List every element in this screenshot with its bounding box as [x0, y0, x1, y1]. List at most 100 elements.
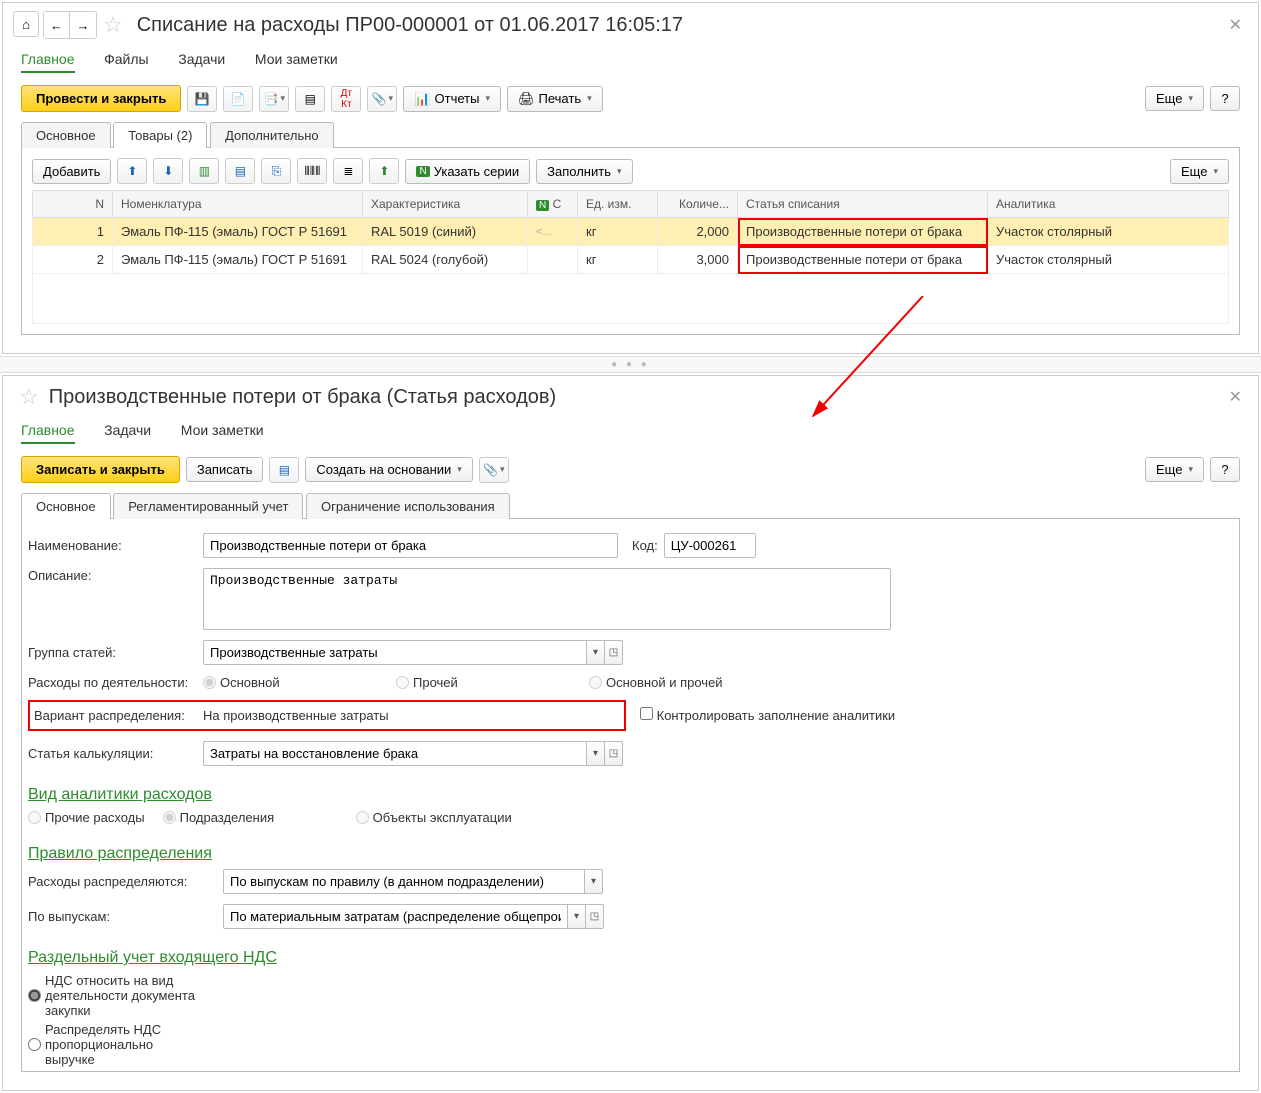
- save-icon[interactable]: 💾: [187, 86, 217, 112]
- post-and-close-button[interactable]: Провести и закрыть: [21, 85, 181, 112]
- open-icon[interactable]: ◳: [605, 741, 623, 766]
- dropdown-icon[interactable]: ▾: [587, 741, 605, 766]
- nav-tab-tasks[interactable]: Задачи: [178, 47, 225, 71]
- label-name: Наименование:: [28, 538, 203, 553]
- doc-green-icon[interactable]: ▥: [189, 158, 219, 184]
- link-analytics-type[interactable]: Вид аналитики расходов: [28, 786, 212, 804]
- create-based-button[interactable]: Создать на основании ▾: [305, 457, 472, 482]
- split-handle[interactable]: ● ● ●: [0, 356, 1261, 373]
- fill-button[interactable]: Заполнить ▾: [536, 159, 632, 184]
- lower-titlebar: ☆ Производственные потери от брака (Стат…: [3, 376, 1258, 418]
- th-analytics[interactable]: Аналитика: [988, 191, 1229, 218]
- nav-back-button[interactable]: ←: [44, 12, 70, 38]
- dropdown-icon[interactable]: ▾: [587, 640, 605, 665]
- sub-tab-restrict[interactable]: Ограничение использования: [306, 493, 510, 519]
- input-dist[interactable]: [223, 869, 585, 894]
- radio-analytics-objects: Объекты эксплуатации: [356, 810, 531, 825]
- attach-icon[interactable]: 📎▾: [479, 457, 509, 483]
- value-variant: На производственные затраты: [203, 708, 389, 723]
- reports-button[interactable]: 📊 Отчеты ▾: [403, 86, 501, 112]
- nav-forward-button[interactable]: →: [70, 12, 96, 38]
- nav-tab-notes[interactable]: Мои заметки: [255, 47, 338, 71]
- table-more-button[interactable]: Еще ▾: [1170, 159, 1229, 184]
- th-c[interactable]: N С: [528, 191, 578, 218]
- checkbox-control-analytics[interactable]: Контролировать заполнение аналитики: [640, 708, 895, 723]
- add-row-button[interactable]: Добавить: [32, 159, 111, 184]
- doc-lines-icon[interactable]: ≣: [333, 158, 363, 184]
- input-issues[interactable]: [223, 904, 568, 929]
- save-button[interactable]: Записать: [186, 457, 264, 482]
- open-icon[interactable]: ◳: [605, 640, 623, 665]
- list-icon[interactable]: ▤: [295, 86, 325, 112]
- save-and-close-button[interactable]: Записать и закрыть: [21, 456, 180, 483]
- label-code: Код:: [632, 538, 658, 553]
- more-button[interactable]: Еще ▾: [1145, 457, 1204, 482]
- th-writeoff[interactable]: Статья списания: [738, 191, 988, 218]
- home-button[interactable]: ⌂: [13, 11, 39, 37]
- upper-pane: ⌂ ← → ☆ Списание на расходы ПР00-000001 …: [2, 2, 1259, 354]
- lower-toolbar: Записать и закрыть Записать ▤ Создать на…: [3, 450, 1258, 493]
- variant-highlight: Вариант распределения: На производственн…: [28, 700, 626, 731]
- favorite-star-icon[interactable]: ☆: [97, 12, 129, 38]
- move-up-icon[interactable]: ⬆: [117, 158, 147, 184]
- radio-activity-other: Прочей: [396, 675, 571, 690]
- nav-tab-main[interactable]: Главное: [21, 418, 75, 444]
- copy-icon[interactable]: 📑▾: [259, 86, 289, 112]
- move-down-icon[interactable]: ⬇: [153, 158, 183, 184]
- print-button[interactable]: 🖨 Печать ▾: [507, 86, 603, 112]
- article-title: Производственные потери от брака (Статья…: [49, 386, 1223, 409]
- barcode-icon[interactable]: ⦀⦀⦀: [297, 158, 327, 184]
- help-button[interactable]: ?: [1210, 457, 1240, 482]
- favorite-star-icon[interactable]: ☆: [13, 384, 45, 410]
- close-lower-button[interactable]: ✕: [1223, 387, 1248, 407]
- radio-analytics-dept: Подразделения: [163, 810, 338, 825]
- radio-vat-activity[interactable]: НДС относить на вид деятельности докумен…: [28, 973, 203, 1018]
- label-dist: Расходы распределяются:: [28, 874, 223, 889]
- up-green-icon[interactable]: ⬆: [369, 158, 399, 184]
- table-row[interactable]: 1 Эмаль ПФ-115 (эмаль) ГОСТ Р 51691 RAL …: [33, 218, 1229, 246]
- label-issues: По выпускам:: [28, 909, 223, 924]
- sub-tab-regulated[interactable]: Регламентированный учет: [113, 493, 303, 519]
- nav-tab-tasks[interactable]: Задачи: [104, 418, 151, 442]
- help-button[interactable]: ?: [1210, 86, 1240, 111]
- sub-tab-main[interactable]: Основное: [21, 122, 111, 148]
- copy-row-icon[interactable]: ⎘: [261, 158, 291, 184]
- input-desc[interactable]: [203, 568, 891, 630]
- th-char[interactable]: Характеристика: [363, 191, 528, 218]
- th-n[interactable]: N: [33, 191, 113, 218]
- dtct-icon[interactable]: ДтКт: [331, 86, 361, 112]
- more-button[interactable]: Еще ▾: [1145, 86, 1204, 111]
- sub-tab-main[interactable]: Основное: [21, 493, 111, 519]
- input-calc[interactable]: [203, 741, 587, 766]
- series-button[interactable]: N Указать серии: [405, 159, 530, 184]
- link-dist-rule[interactable]: Правило распределения: [28, 845, 212, 863]
- link-vat-split[interactable]: Раздельный учет входящего НДС: [28, 949, 277, 967]
- label-calc: Статья калькуляции:: [28, 746, 203, 761]
- article-form: Наименование: Код: Описание: Группа стат…: [21, 518, 1240, 1072]
- input-group[interactable]: [203, 640, 587, 665]
- post-icon[interactable]: 📄: [223, 86, 253, 112]
- input-code[interactable]: [664, 533, 756, 558]
- dropdown-icon[interactable]: ▾: [585, 869, 603, 894]
- lower-pane: ☆ Производственные потери от брака (Стат…: [2, 375, 1259, 1091]
- nav-tab-main[interactable]: Главное: [21, 47, 75, 73]
- close-upper-button[interactable]: ✕: [1223, 15, 1248, 35]
- radio-activity-main: Основной: [203, 675, 378, 690]
- th-nomenclature[interactable]: Номенклатура: [113, 191, 363, 218]
- list-icon[interactable]: ▤: [269, 457, 299, 483]
- goods-table: N Номенклатура Характеристика N С Ед. из…: [32, 190, 1229, 324]
- upper-sub-tabs: Основное Товары (2) Дополнительно: [3, 122, 1258, 148]
- table-row[interactable]: 2 Эмаль ПФ-115 (эмаль) ГОСТ Р 51691 RAL …: [33, 246, 1229, 274]
- th-uom[interactable]: Ед. изм.: [578, 191, 658, 218]
- sub-tab-additional[interactable]: Дополнительно: [210, 122, 334, 148]
- doc-blue-icon[interactable]: ▤: [225, 158, 255, 184]
- sub-tab-goods[interactable]: Товары (2): [113, 122, 207, 148]
- nav-tab-notes[interactable]: Мои заметки: [181, 418, 264, 442]
- open-icon[interactable]: ◳: [586, 904, 604, 929]
- th-qty[interactable]: Количе...: [658, 191, 738, 218]
- dropdown-icon[interactable]: ▾: [568, 904, 586, 929]
- input-name[interactable]: [203, 533, 618, 558]
- attach-icon[interactable]: 📎▾: [367, 86, 397, 112]
- radio-vat-revenue[interactable]: Распределять НДС пропорционально выручке: [28, 1022, 203, 1067]
- nav-tab-files[interactable]: Файлы: [104, 47, 148, 71]
